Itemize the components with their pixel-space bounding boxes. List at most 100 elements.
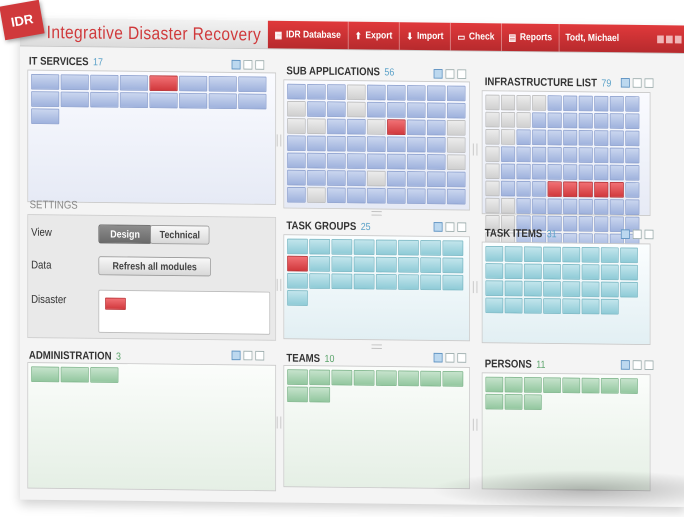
module-tile[interactable] bbox=[547, 198, 562, 215]
module-tile[interactable] bbox=[581, 377, 600, 394]
module-tile[interactable] bbox=[446, 171, 466, 188]
column-splitter[interactable] bbox=[276, 134, 282, 147]
module-tile[interactable] bbox=[543, 263, 561, 280]
module-tile[interactable] bbox=[562, 246, 581, 263]
module-tile[interactable] bbox=[516, 129, 531, 145]
module-tile[interactable] bbox=[407, 102, 426, 119]
module-tile[interactable] bbox=[562, 281, 581, 297]
module-tile[interactable] bbox=[581, 247, 600, 263]
module-tile[interactable] bbox=[442, 240, 464, 257]
module-tile[interactable] bbox=[563, 129, 578, 146]
module-tile[interactable] bbox=[331, 273, 353, 290]
technical-button[interactable]: Technical bbox=[150, 225, 210, 245]
module-tile[interactable] bbox=[427, 154, 446, 170]
module-tile[interactable] bbox=[347, 118, 366, 135]
module-tile[interactable] bbox=[485, 146, 500, 162]
module-tile[interactable] bbox=[543, 281, 561, 297]
alert-tile[interactable] bbox=[578, 181, 593, 198]
module-tile[interactable] bbox=[620, 378, 638, 394]
module-tile[interactable] bbox=[327, 170, 346, 186]
module-tile[interactable] bbox=[594, 147, 609, 164]
module-tile[interactable] bbox=[578, 216, 593, 232]
row-splitter[interactable] bbox=[371, 211, 382, 216]
module-tile[interactable] bbox=[625, 182, 640, 198]
module-tile[interactable] bbox=[208, 76, 237, 92]
disaster-field[interactable] bbox=[98, 289, 271, 335]
module-tile[interactable] bbox=[387, 153, 406, 170]
module-tile[interactable] bbox=[31, 366, 60, 383]
module-tile[interactable] bbox=[446, 102, 466, 119]
module-tile[interactable] bbox=[532, 95, 547, 111]
module-tile[interactable] bbox=[501, 129, 516, 145]
module-tile[interactable] bbox=[353, 370, 375, 386]
module-tile[interactable] bbox=[327, 84, 346, 100]
module-tile[interactable] bbox=[60, 91, 89, 108]
module-tile[interactable] bbox=[179, 92, 208, 109]
administration-title[interactable]: ADMINISTRATION 3 bbox=[29, 348, 121, 362]
module-tile[interactable] bbox=[307, 187, 326, 203]
module-tile[interactable] bbox=[31, 108, 60, 125]
module-tile[interactable] bbox=[446, 154, 466, 171]
module-tile[interactable] bbox=[562, 377, 581, 394]
module-tile[interactable] bbox=[625, 164, 640, 181]
module-tile[interactable] bbox=[501, 111, 516, 128]
module-tile[interactable] bbox=[387, 102, 406, 118]
module-tile[interactable] bbox=[485, 163, 500, 180]
module-tile[interactable] bbox=[327, 118, 346, 135]
task-groups-view-toggle[interactable] bbox=[431, 222, 467, 232]
task-items-view-toggle[interactable] bbox=[618, 229, 654, 240]
module-tile[interactable] bbox=[581, 264, 600, 280]
module-tile[interactable] bbox=[375, 256, 397, 273]
module-tile[interactable] bbox=[547, 146, 562, 163]
module-tile[interactable] bbox=[485, 197, 500, 214]
module-tile[interactable] bbox=[625, 147, 640, 164]
menu-export[interactable]: ⬆ Export bbox=[348, 21, 400, 50]
module-tile[interactable] bbox=[547, 164, 562, 180]
module-tile[interactable] bbox=[501, 146, 516, 163]
module-tile[interactable] bbox=[594, 216, 609, 232]
teams-title[interactable]: TEAMS 10 bbox=[286, 351, 334, 364]
alert-tile[interactable] bbox=[594, 181, 609, 198]
module-tile[interactable] bbox=[407, 119, 426, 136]
module-tile[interactable] bbox=[287, 100, 306, 117]
column-splitter[interactable] bbox=[472, 143, 478, 156]
module-tile[interactable] bbox=[501, 163, 516, 180]
module-tile[interactable] bbox=[562, 298, 581, 315]
module-tile[interactable] bbox=[427, 188, 446, 205]
alert-tile[interactable] bbox=[609, 181, 624, 198]
menu-import[interactable]: ⬇ Import bbox=[399, 22, 451, 51]
module-tile[interactable] bbox=[543, 298, 561, 314]
module-tile[interactable] bbox=[90, 74, 119, 91]
module-tile[interactable] bbox=[307, 84, 326, 100]
module-tile[interactable] bbox=[594, 95, 609, 112]
module-tile[interactable] bbox=[594, 130, 609, 146]
module-tile[interactable] bbox=[309, 386, 331, 403]
module-tile[interactable] bbox=[387, 170, 406, 187]
module-tile[interactable] bbox=[347, 153, 366, 169]
maximize-icon[interactable] bbox=[666, 35, 673, 43]
module-tile[interactable] bbox=[516, 94, 531, 111]
it-services-title[interactable]: IT SERVICES 17 bbox=[29, 54, 103, 68]
module-tile[interactable] bbox=[353, 273, 375, 290]
module-tile[interactable] bbox=[287, 369, 308, 386]
module-tile[interactable] bbox=[367, 136, 386, 152]
module-tile[interactable] bbox=[353, 256, 375, 273]
module-tile[interactable] bbox=[367, 119, 386, 135]
design-button[interactable]: Design bbox=[98, 224, 152, 244]
module-tile[interactable] bbox=[532, 112, 547, 128]
module-tile[interactable] bbox=[594, 164, 609, 181]
menu-reports[interactable]: ▤ Reports bbox=[501, 23, 560, 52]
module-tile[interactable] bbox=[407, 153, 426, 170]
module-tile[interactable] bbox=[578, 95, 593, 112]
module-tile[interactable] bbox=[387, 84, 406, 101]
module-tile[interactable] bbox=[625, 199, 640, 216]
module-tile[interactable] bbox=[563, 215, 578, 232]
module-tile[interactable] bbox=[485, 280, 504, 297]
module-tile[interactable] bbox=[398, 257, 419, 273]
module-tile[interactable] bbox=[523, 246, 542, 263]
module-tile[interactable] bbox=[446, 188, 466, 205]
module-tile[interactable] bbox=[600, 264, 619, 281]
sub-applications-view-toggle[interactable] bbox=[431, 69, 467, 79]
module-tile[interactable] bbox=[625, 130, 640, 147]
module-tile[interactable] bbox=[287, 83, 306, 100]
